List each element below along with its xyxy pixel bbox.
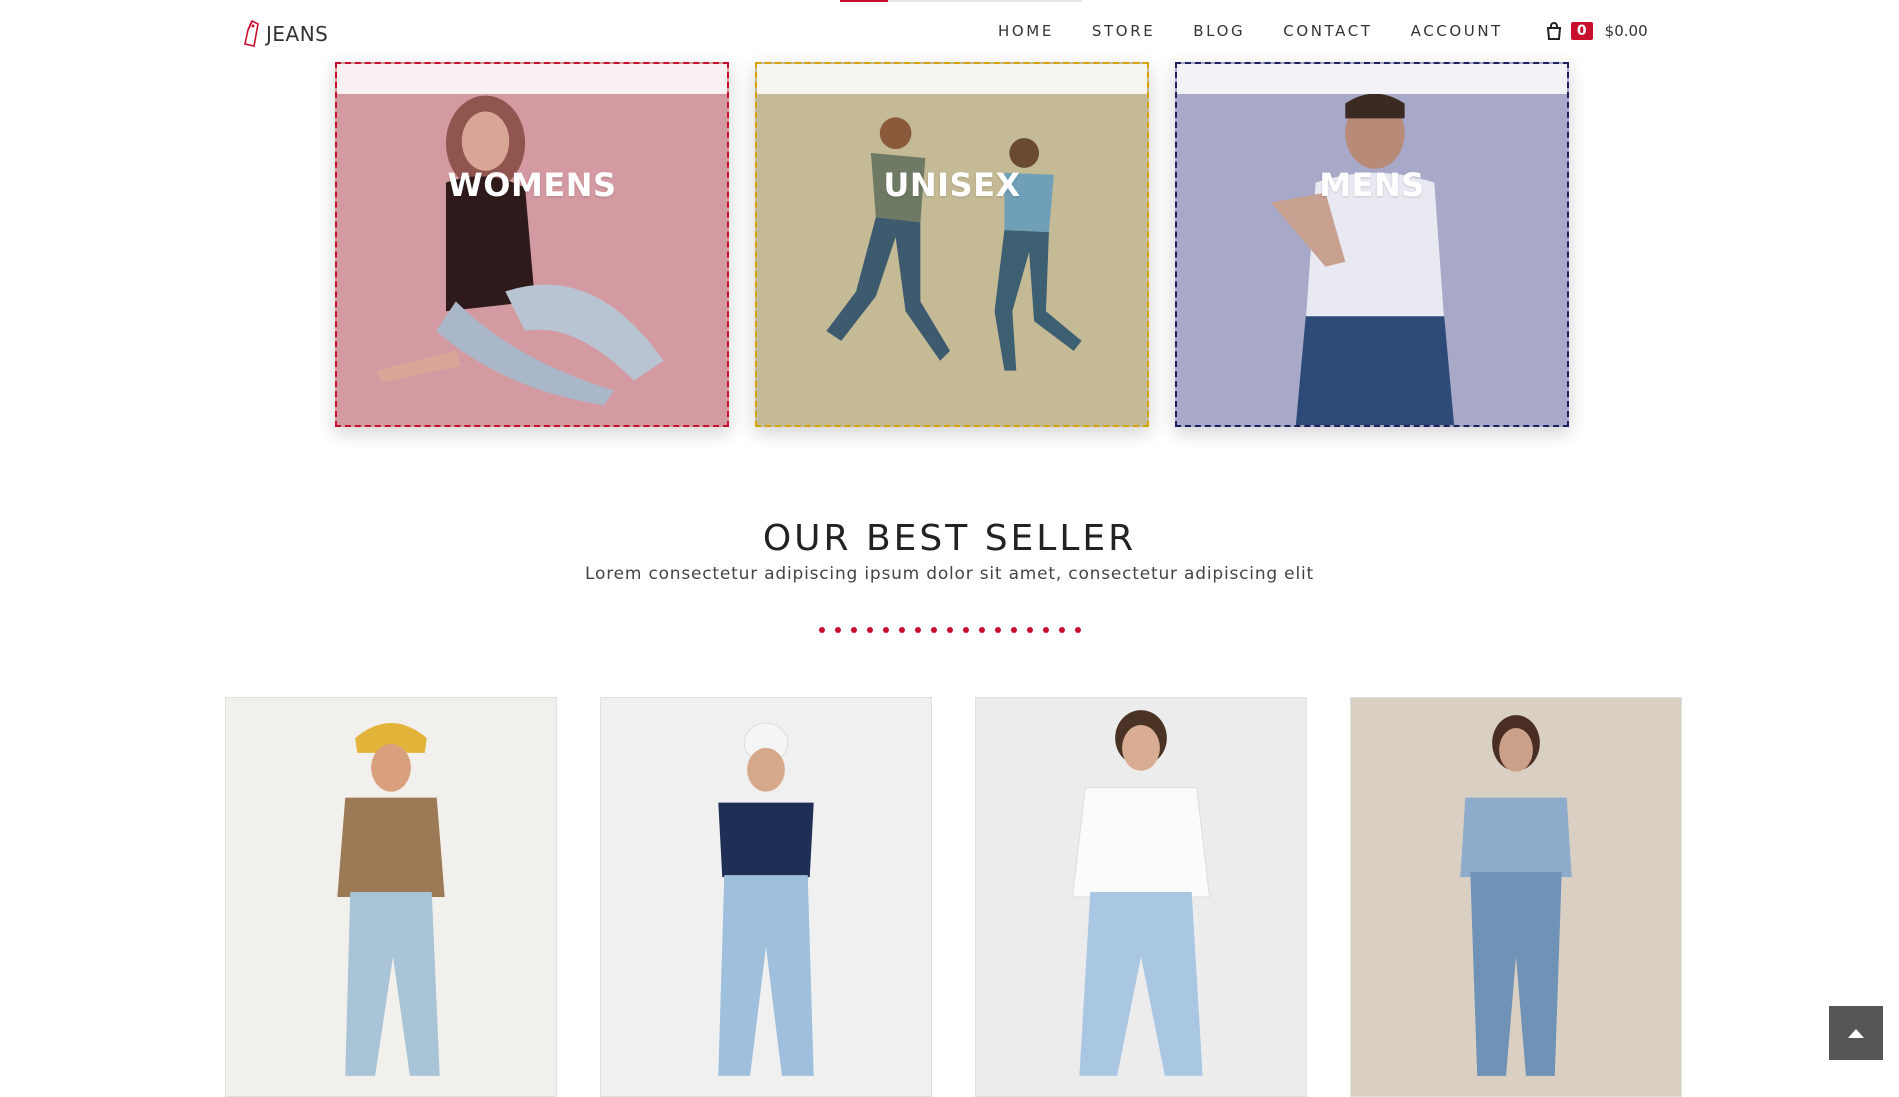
product-card[interactable]: [975, 697, 1307, 1097]
section-divider-dots: [0, 618, 1899, 637]
product-card[interactable]: [225, 697, 557, 1097]
nav-contact[interactable]: CONTACT: [1283, 22, 1372, 40]
product-card[interactable]: [600, 697, 932, 1097]
tile-top-fade: [337, 64, 727, 94]
category-title: WOMENS: [447, 166, 617, 204]
nav-store[interactable]: STORE: [1092, 22, 1155, 40]
category-title: UNISEX: [883, 166, 1021, 204]
nav-blog[interactable]: BLOG: [1193, 22, 1245, 40]
category-tile-mens[interactable]: MENS: [1175, 62, 1569, 427]
product-image: [718, 722, 814, 1076]
nav-home[interactable]: HOME: [998, 22, 1054, 40]
chevron-up-icon: [1848, 1029, 1864, 1038]
product-image: [1071, 710, 1211, 1076]
shopping-bag-icon: [1546, 22, 1562, 40]
tile-top-fade: [757, 64, 1147, 94]
category-title: MENS: [1319, 166, 1425, 204]
brand-logo[interactable]: JEANS: [242, 20, 328, 48]
nav-account[interactable]: ACCOUNT: [1411, 22, 1503, 40]
scroll-progress-thumb: [840, 0, 888, 2]
tile-top-fade: [1177, 64, 1567, 94]
back-to-top-button[interactable]: [1829, 1006, 1883, 1060]
brand-name: JEANS: [266, 22, 329, 46]
best-seller-title: OUR BEST SELLER: [762, 518, 1137, 559]
mens-model-image: [1271, 93, 1455, 425]
category-tile-womens[interactable]: WOMENS: [335, 62, 729, 427]
category-tile-unisex[interactable]: UNISEX: [755, 62, 1149, 427]
scroll-progress-track: [840, 0, 1082, 2]
best-seller-subtitle: Lorem consectetur adipiscing ipsum dolor…: [585, 564, 1314, 584]
womens-model-image: [376, 95, 664, 406]
cart-total: $0.00: [1604, 22, 1648, 40]
product-image: [1460, 715, 1572, 1076]
jeans-logo-icon: [244, 20, 259, 47]
unisex-models-image: [826, 117, 1082, 371]
main-nav: HOME STORE BLOG CONTACT ACCOUNT 0 $0.00: [998, 22, 1648, 40]
product-card[interactable]: [1350, 697, 1682, 1097]
product-image: [337, 723, 445, 1076]
cart-button[interactable]: 0 $0.00: [1545, 22, 1648, 40]
cart-count-badge: 0: [1570, 22, 1593, 40]
